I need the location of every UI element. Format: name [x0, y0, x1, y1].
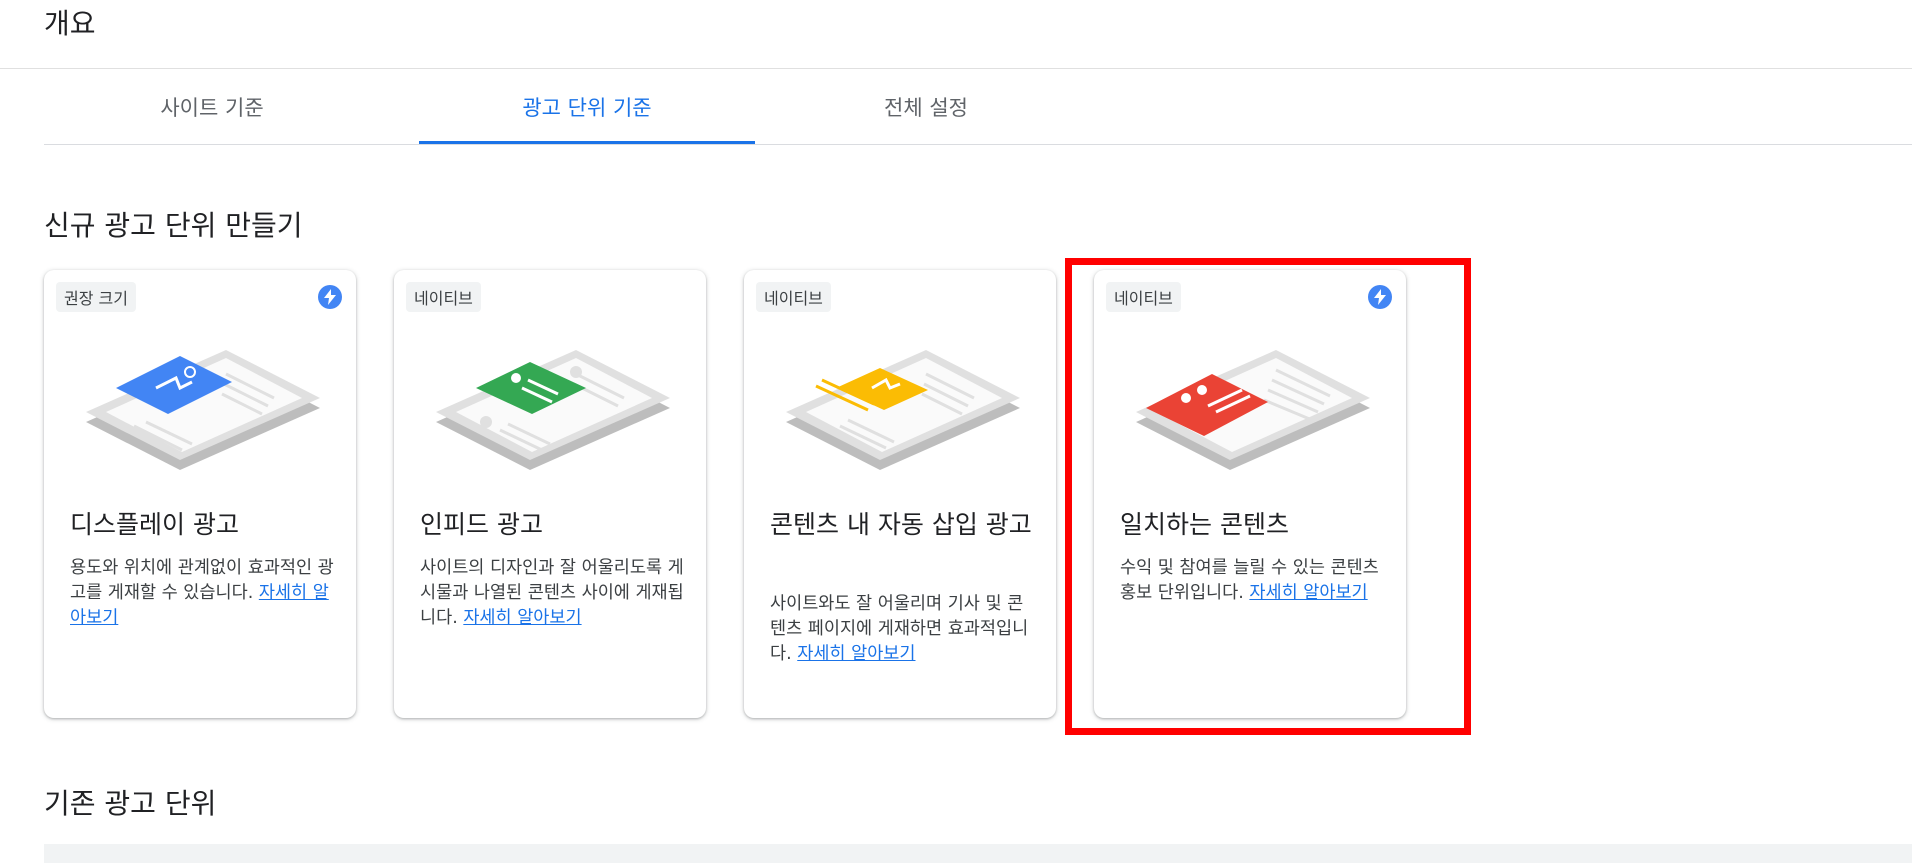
card-description: 사이트의 디자인과 잘 어울리도록 게시물과 나열된 콘텐츠 사이에 게재됩니다…	[420, 556, 684, 631]
card-infeed-ad[interactable]: 네이티브 인피드 광고 사이트의 디자인과 잘 어울리도록 게시물과 나열된 콘…	[394, 270, 706, 718]
title-divider	[0, 68, 1912, 69]
card-title: 디스플레이 광고	[70, 510, 239, 539]
card-description: 사이트와도 잘 어울리며 기사 및 콘텐츠 페이지에 게재하면 효과적입니다. …	[770, 592, 1034, 667]
highlight-box	[1065, 258, 1471, 735]
recommended-size-chip: 권장 크기	[56, 282, 136, 312]
tab-site[interactable]: 사이트 기준	[44, 70, 380, 144]
tab-global-settings[interactable]: 전체 설정	[758, 70, 1094, 144]
in-article-ad-illustration	[786, 350, 1020, 470]
display-ad-illustration	[86, 350, 320, 470]
card-in-article-ad[interactable]: 네이티브 콘텐츠 내 자동 삽입 광고 사이트와도 잘 어울리며 기사 및 콘텐…	[744, 270, 1056, 718]
native-chip: 네이티브	[406, 282, 481, 312]
existing-ad-units-heading: 기존 광고 단위	[44, 787, 217, 820]
tab-divider	[44, 144, 1912, 145]
native-chip: 네이티브	[756, 282, 831, 312]
card-title: 인피드 광고	[420, 510, 543, 539]
page-title: 개요	[44, 7, 96, 40]
learn-more-link[interactable]: 자세히 알아보기	[463, 608, 581, 628]
card-description: 용도와 위치에 관계없이 효과적인 광고를 게재할 수 있습니다. 자세히 알아…	[70, 556, 334, 631]
lightning-bolt-icon	[318, 285, 342, 309]
card-display-ad[interactable]: 권장 크기 디스플레이 광고 용도와 위치에 관계없이 효과적인 광고를 게재할…	[44, 270, 356, 718]
tab-ad-unit[interactable]: 광고 단위 기준	[419, 70, 755, 144]
existing-ad-units-table-header	[44, 844, 1912, 863]
create-ad-unit-heading: 신규 광고 단위 만들기	[44, 209, 303, 242]
card-title: 콘텐츠 내 자동 삽입 광고	[770, 510, 1032, 539]
learn-more-link[interactable]: 자세히 알아보기	[797, 644, 915, 664]
infeed-ad-illustration	[436, 350, 670, 470]
tab-bar: 사이트 기준 광고 단위 기준 전체 설정	[44, 70, 1912, 144]
